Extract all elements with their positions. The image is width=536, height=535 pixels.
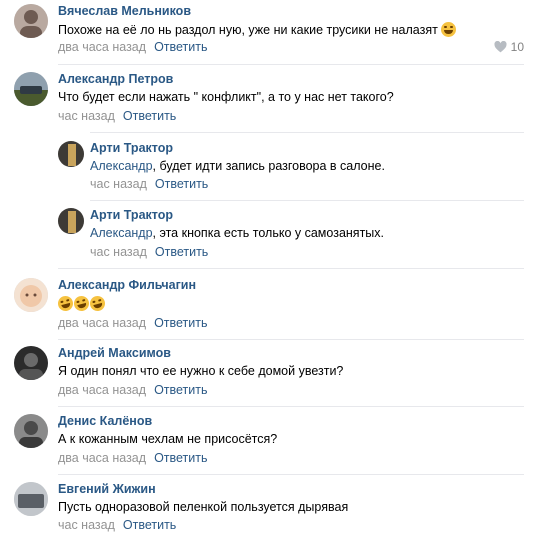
like-button[interactable]: 10	[494, 40, 524, 54]
comment-meta: два часа назад Ответить	[58, 40, 208, 54]
reply-button[interactable]: Ответить	[123, 518, 176, 532]
timestamp[interactable]: час назад	[90, 245, 147, 259]
comment-text-body: , будет идти запись разговора в салоне.	[152, 159, 385, 173]
divider	[90, 200, 524, 201]
reply-button[interactable]: Ответить	[154, 40, 207, 54]
divider	[58, 64, 524, 65]
comment-text: Александр, будет идти запись разговора в…	[90, 159, 385, 173]
avatar[interactable]	[14, 278, 48, 312]
comment-text: Что будет если нажать " конфликт", а то …	[58, 90, 394, 104]
like-count: 10	[510, 40, 524, 54]
reply-button[interactable]: Ответить	[154, 383, 207, 397]
timestamp[interactable]: два часа назад	[58, 40, 146, 54]
rofl-emoji-icon	[88, 294, 107, 313]
comment-author[interactable]: Вячеслав Мельников	[58, 4, 191, 18]
comment-text: Александр, эта кнопка есть только у само…	[90, 226, 384, 240]
divider	[58, 268, 524, 269]
addressee-link[interactable]: Александр	[90, 159, 153, 173]
avatar[interactable]	[58, 141, 84, 167]
timestamp[interactable]: час назад	[58, 518, 115, 532]
avatar[interactable]	[14, 346, 48, 380]
comment-author[interactable]: Андрей Максимов	[58, 346, 171, 360]
comment-text: Я один понял что ее нужно к себе домой у…	[58, 364, 344, 378]
avatar[interactable]	[14, 4, 48, 38]
reply-button[interactable]: Ответить	[155, 245, 208, 259]
comment-meta: два часа назад Ответить	[58, 451, 208, 465]
heart-icon	[494, 40, 507, 53]
comment-meta: час назад Ответить	[58, 518, 176, 532]
comment-text: Пусть одноразовой пеленкой пользуется ды…	[58, 500, 349, 514]
comment-author[interactable]: Александр Петров	[58, 72, 173, 86]
comment-author[interactable]: Арти Трактор	[90, 141, 173, 155]
avatar[interactable]	[14, 414, 48, 448]
rofl-emoji-icon	[56, 294, 75, 313]
comment-text: А к кожанным чехлам не присосётся?	[58, 432, 278, 446]
comment-meta: два часа назад Ответить	[58, 383, 208, 397]
timestamp[interactable]: час назад	[58, 109, 115, 123]
comment-meta: час назад Ответить	[90, 177, 208, 191]
comment-meta: два часа назад Ответить	[58, 316, 208, 330]
divider	[58, 339, 524, 340]
comment-author[interactable]: Денис Калёнов	[58, 414, 152, 428]
timestamp[interactable]: два часа назад	[58, 383, 146, 397]
comment-text: Похоже на её ло нь раздол ную, уже ни ка…	[58, 22, 457, 37]
grinning-emoji-icon	[441, 22, 457, 37]
comment-author[interactable]: Александр Фильчагин	[58, 278, 196, 292]
comment-text-body: Похоже на её ло нь раздол ную, уже ни ка…	[58, 23, 438, 37]
divider	[58, 406, 524, 407]
comment-author[interactable]: Арти Трактор	[90, 208, 173, 222]
comment-text	[56, 294, 107, 313]
avatar[interactable]	[14, 482, 48, 516]
divider	[90, 132, 524, 133]
comment-meta: час назад Ответить	[90, 245, 208, 259]
timestamp[interactable]: час назад	[90, 177, 147, 191]
reply-button[interactable]: Ответить	[155, 177, 208, 191]
rofl-emoji-icon	[72, 294, 91, 313]
comment-meta: час назад Ответить	[58, 109, 176, 123]
timestamp[interactable]: два часа назад	[58, 316, 146, 330]
timestamp[interactable]: два часа назад	[58, 451, 146, 465]
comment-text-body: , эта кнопка есть только у самозанятых.	[152, 226, 384, 240]
avatar[interactable]	[58, 208, 84, 234]
reply-button[interactable]: Ответить	[154, 316, 207, 330]
addressee-link[interactable]: Александр	[90, 226, 153, 240]
divider	[58, 474, 524, 475]
reply-button[interactable]: Ответить	[154, 451, 207, 465]
reply-button[interactable]: Ответить	[123, 109, 176, 123]
comment-author[interactable]: Евгений Жижин	[58, 482, 156, 496]
avatar[interactable]	[14, 72, 48, 106]
